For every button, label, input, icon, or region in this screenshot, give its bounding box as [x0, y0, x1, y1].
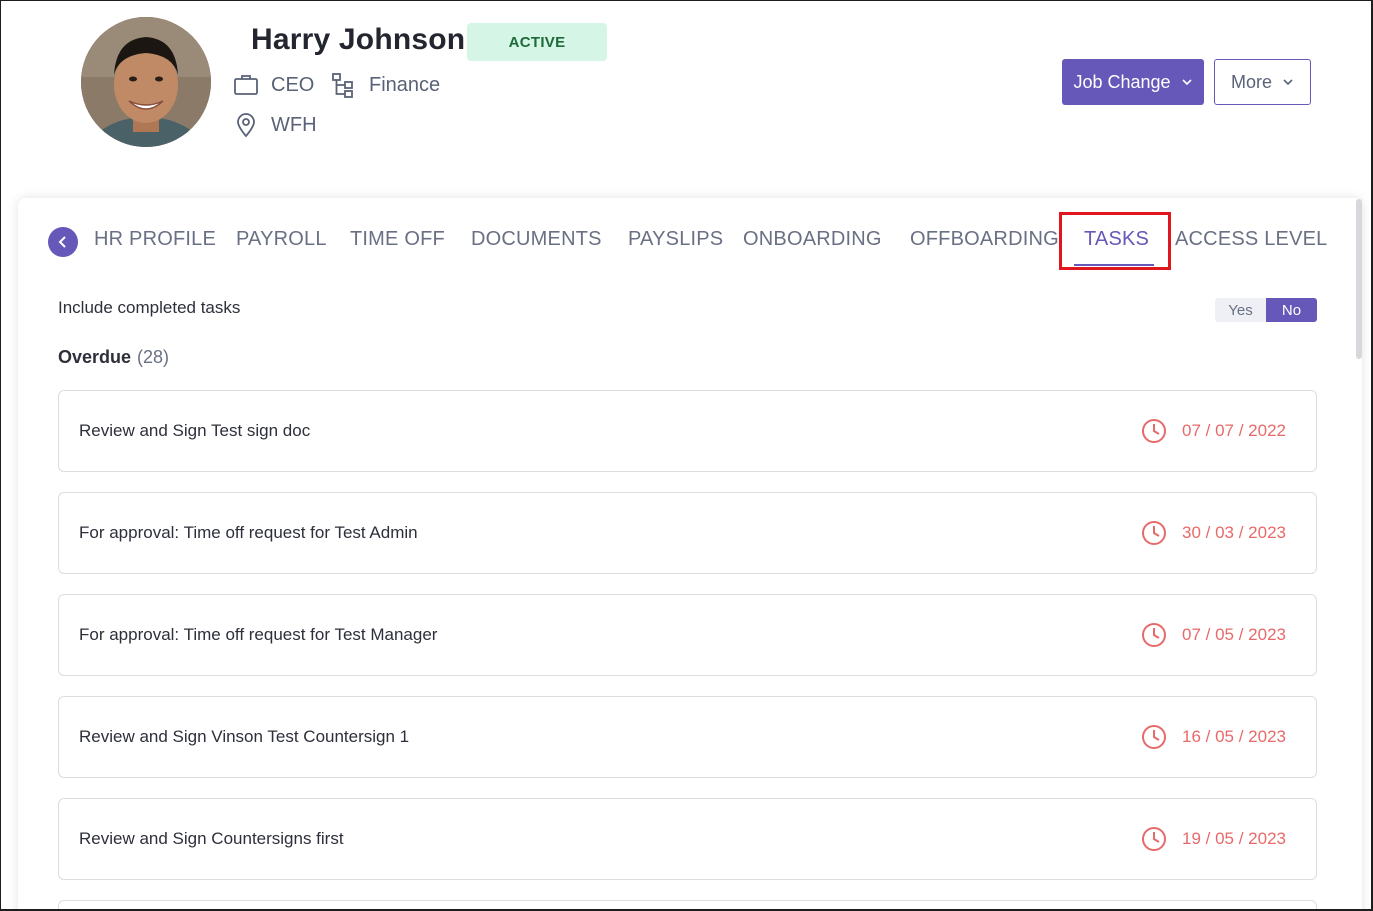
clock-icon — [1141, 418, 1167, 444]
task-row[interactable]: Review and Sign Countersigns first 19 / … — [58, 798, 1317, 880]
overdue-heading: Overdue (28) — [58, 347, 169, 368]
task-due-date: 07 / 07 / 2022 — [1182, 421, 1286, 440]
job-change-button[interactable]: Job Change — [1062, 59, 1204, 105]
task-title: For approval: Time off request for Test … — [79, 523, 418, 542]
app-window: Harry Johnson ACTIVE CEO Finance WFH Job… — [0, 0, 1373, 911]
task-due: 07 / 07 / 2022 — [1141, 418, 1286, 444]
task-due-date: 19 / 05 / 2023 — [1182, 829, 1286, 848]
org-chart-icon — [331, 72, 357, 98]
task-due-date: 16 / 05 / 2023 — [1182, 727, 1286, 746]
scrollbar[interactable] — [1356, 199, 1362, 359]
status-badge: ACTIVE — [467, 23, 607, 61]
location: WFH — [271, 113, 317, 136]
clock-icon — [1141, 622, 1167, 648]
clock-icon — [1141, 826, 1167, 852]
department-row: Finance — [331, 72, 440, 98]
toggle-yes[interactable]: Yes — [1215, 298, 1266, 322]
tab-offboarding[interactable]: OFFBOARDING — [910, 228, 1059, 251]
clock-icon — [1141, 724, 1167, 750]
task-due: 30 / 03 / 2023 — [1141, 520, 1286, 546]
task-title: For approval: Time off request for Test … — [79, 625, 438, 644]
tab-onboarding[interactable]: ONBOARDING — [743, 228, 882, 251]
job-change-label: Job Change — [1073, 71, 1171, 92]
employee-name: Harry Johnson — [251, 23, 466, 56]
task-row[interactable]: For approval: Time off request for Test … — [58, 492, 1317, 574]
briefcase-icon — [233, 72, 259, 98]
task-row[interactable]: Review and Sign Vinson Test Countersign … — [58, 696, 1317, 778]
task-due-date: 30 / 03 / 2023 — [1182, 523, 1286, 542]
task-row[interactable]: Review and Sign Test sign doc 07 / 07 / … — [58, 390, 1317, 472]
task-due: 19 / 05 / 2023 — [1141, 826, 1286, 852]
more-button[interactable]: More — [1214, 59, 1311, 105]
location-pin-icon — [233, 112, 259, 138]
clock-icon — [1141, 520, 1167, 546]
avatar-image — [81, 17, 211, 147]
tab-highlight-box — [1059, 212, 1171, 270]
chevron-left-icon — [58, 236, 66, 248]
task-due: 07 / 05 / 2023 — [1141, 622, 1286, 648]
tab-payroll[interactable]: PAYROLL — [236, 228, 327, 251]
job-title-row: CEO — [233, 72, 314, 98]
avatar — [81, 17, 211, 147]
tab-payslips[interactable]: PAYSLIPS — [628, 228, 723, 251]
include-completed-label: Include completed tasks — [58, 298, 241, 317]
tab-time-off[interactable]: TIME OFF — [350, 228, 445, 251]
job-title: CEO — [271, 73, 315, 96]
task-title: Review and Sign Countersigns first — [79, 829, 344, 848]
toggle-no[interactable]: No — [1266, 298, 1317, 322]
more-label: More — [1230, 71, 1272, 92]
tabs-scroll-left-button[interactable] — [48, 227, 78, 257]
overdue-title: Overdue — [58, 347, 132, 367]
include-completed-toggle[interactable]: Yes No — [1215, 298, 1317, 322]
task-row[interactable]: For approval: Time off request for Test … — [58, 594, 1317, 676]
department: Finance — [369, 73, 441, 96]
tab-hr-profile[interactable]: HR PROFILE — [94, 228, 216, 251]
tab-access-level[interactable]: ACCESS LEVEL — [1175, 228, 1327, 251]
task-due-date: 07 / 05 / 2023 — [1182, 625, 1286, 644]
task-title: Review and Sign Vinson Test Countersign … — [79, 727, 410, 746]
chevron-down-icon — [1181, 76, 1193, 88]
overdue-count: (28) — [137, 347, 170, 367]
task-title: Review and Sign Test sign doc — [79, 421, 311, 440]
tab-documents[interactable]: DOCUMENTS — [471, 228, 602, 251]
chevron-down-icon — [1282, 76, 1294, 88]
task-due: 16 / 05 / 2023 — [1141, 724, 1286, 750]
task-row[interactable] — [58, 900, 1317, 909]
location-row: WFH — [233, 112, 317, 138]
